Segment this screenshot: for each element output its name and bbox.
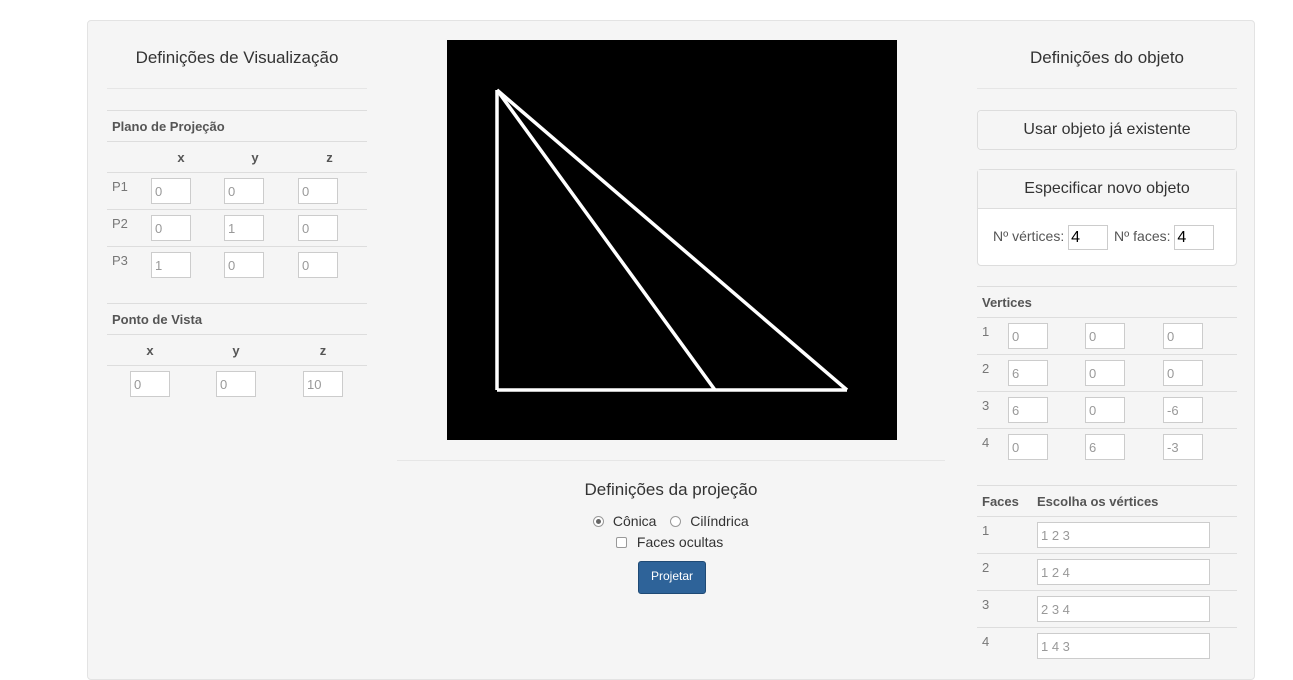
vertex-3-y-input[interactable] — [1085, 397, 1125, 423]
face-row: 2 — [977, 553, 1237, 591]
divider — [107, 88, 367, 89]
face-row: 4 — [977, 627, 1237, 665]
p3-z-input[interactable] — [298, 252, 338, 279]
vertex-1-z-input[interactable] — [1163, 323, 1203, 349]
face-row: 3 — [977, 590, 1237, 628]
viewpoint-row — [107, 365, 367, 403]
edge-line — [495, 88, 849, 392]
hidden-faces-checkbox[interactable] — [616, 537, 627, 548]
viewpoint-x-input[interactable] — [130, 371, 170, 398]
vertex-2-x-input[interactable] — [1008, 360, 1048, 386]
vertex-row: 1 — [977, 317, 1237, 355]
object-settings-title: Definições do objeto — [1029, 48, 1185, 67]
face-2-input[interactable] — [1037, 559, 1210, 585]
conic-radio[interactable] — [593, 516, 604, 527]
faces-count-input[interactable] — [1174, 225, 1215, 250]
p1-y-input[interactable] — [224, 178, 264, 204]
face-label: 2 — [977, 553, 1032, 591]
plane-row-p2: P2 — [107, 209, 367, 247]
project-button[interactable]: Projetar — [638, 561, 706, 594]
use-existing-object-button[interactable]: Usar objeto já existente — [977, 110, 1237, 150]
p1-z-input[interactable] — [298, 178, 338, 204]
vertex-label: 4 — [977, 428, 1002, 466]
vertex-3-z-input[interactable] — [1163, 397, 1203, 423]
faces-caption-choose: Escolha os vértices — [1032, 485, 1237, 517]
divider — [397, 460, 945, 461]
divider — [977, 88, 1237, 89]
conic-label: Cônica — [612, 513, 657, 529]
plane-header-z: z — [292, 141, 367, 173]
projection-plane-table: Plano de Projeção x y z P1 P2 P3 — [107, 110, 367, 284]
plane-row-p1: P1 — [107, 172, 367, 210]
p3-y-input[interactable] — [224, 252, 264, 279]
vertex-row: 4 — [977, 428, 1237, 466]
hidden-faces-label: Faces ocultas — [636, 534, 724, 550]
vertex-2-z-input[interactable] — [1163, 360, 1203, 386]
projection-plane-caption: Plano de Projeção — [107, 110, 367, 142]
plane-row-p3: P3 — [107, 246, 367, 284]
viewpoint-z-input[interactable] — [303, 371, 343, 398]
vertex-3-x-input[interactable] — [1008, 397, 1048, 423]
plane-row-label: P1 — [107, 172, 144, 210]
face-label: 4 — [977, 627, 1032, 665]
vertex-1-x-input[interactable] — [1008, 323, 1048, 349]
face-1-input[interactable] — [1037, 522, 1210, 548]
new-object-counts: Nº vértices: Nº faces: — [993, 225, 1215, 250]
vertices-caption: Vertices — [977, 286, 1237, 318]
vertex-4-z-input[interactable] — [1163, 434, 1203, 461]
face-label: 3 — [977, 590, 1032, 628]
hidden-faces-row: Faces ocultas — [616, 534, 723, 550]
visualization-title: Definições de Visualização — [135, 48, 339, 67]
viewpoint-header-z: z — [279, 334, 367, 366]
faces-caption: Faces — [977, 485, 1032, 517]
vertices-count-label: Nº vértices: — [993, 228, 1065, 245]
viewpoint-caption: Ponto de Vista — [107, 303, 367, 335]
viewpoint-y-input[interactable] — [216, 371, 256, 398]
projection-type-group: Cônica Cilíndrica — [593, 513, 749, 529]
p2-z-input[interactable] — [298, 215, 338, 241]
vertex-label: 3 — [977, 391, 1002, 429]
face-3-input[interactable] — [1037, 596, 1210, 622]
vertices-count-input[interactable] — [1068, 225, 1109, 250]
projection-settings-title: Definições da projeção — [584, 480, 758, 499]
plane-header-y: y — [218, 141, 292, 173]
vertex-row: 2 — [977, 354, 1237, 392]
p1-x-input[interactable] — [151, 178, 191, 204]
faces-table: Faces Escolha os vértices 1 2 3 4 — [977, 485, 1237, 665]
p2-y-input[interactable] — [224, 215, 264, 241]
edge-line — [495, 88, 717, 392]
plane-row-label: P2 — [107, 209, 144, 247]
use-existing-object-label: Usar objeto já existente — [978, 111, 1236, 149]
vertex-2-y-input[interactable] — [1085, 360, 1125, 386]
p3-x-input[interactable] — [151, 252, 191, 279]
cylindrical-radio[interactable] — [670, 516, 682, 527]
faces-count-label: Nº faces: — [1114, 228, 1171, 245]
vertex-1-y-input[interactable] — [1085, 323, 1125, 349]
p2-x-input[interactable] — [151, 215, 191, 241]
new-object-header[interactable]: Especificar novo objeto — [978, 170, 1236, 209]
projection-drawing — [495, 88, 849, 392]
new-object-panel: Especificar novo objeto Nº vértices: Nº … — [977, 169, 1237, 266]
viewpoint-header-y: y — [193, 334, 279, 366]
face-4-input[interactable] — [1037, 633, 1210, 660]
projection-canvas — [447, 40, 897, 440]
plane-row-label: P3 — [107, 246, 144, 284]
face-label: 1 — [977, 516, 1032, 554]
vertex-label: 1 — [977, 317, 1002, 355]
vertices-table: Vertices 1 2 3 4 — [977, 286, 1237, 466]
vertex-label: 2 — [977, 354, 1002, 392]
viewpoint-header-x: x — [107, 334, 193, 366]
viewpoint-table: Ponto de Vista x y z — [107, 303, 367, 403]
cylindrical-label: Cilíndrica — [690, 513, 749, 529]
plane-header-x: x — [144, 141, 218, 173]
vertex-row: 3 — [977, 391, 1237, 429]
vertex-4-y-input[interactable] — [1085, 434, 1125, 461]
vertex-4-x-input[interactable] — [1008, 434, 1048, 461]
face-row: 1 — [977, 516, 1237, 554]
